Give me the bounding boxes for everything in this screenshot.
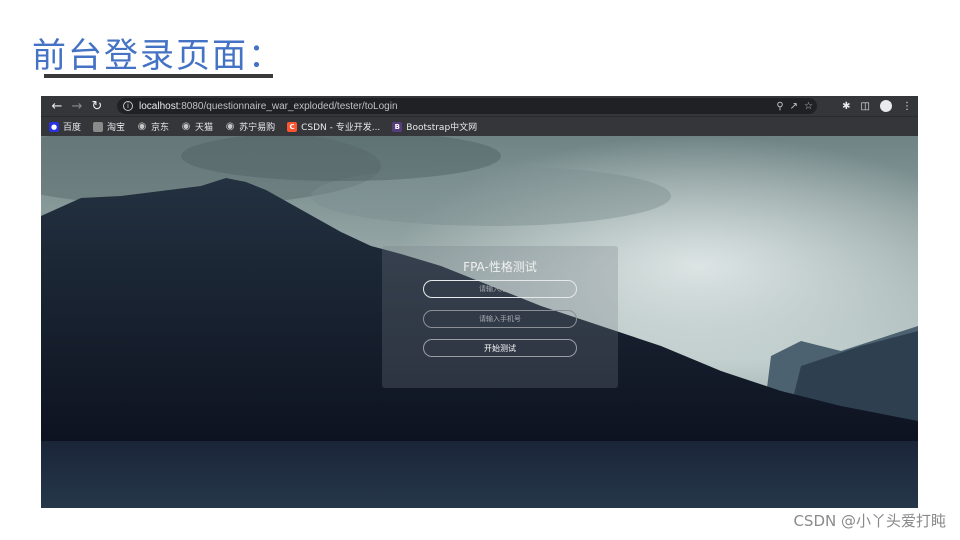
taobao-icon (93, 121, 104, 132)
title-underline (44, 74, 273, 78)
forward-arrow-icon[interactable]: → (67, 96, 87, 116)
extensions-icon[interactable]: ✱ (842, 101, 850, 112)
reload-icon[interactable]: ↻ (87, 96, 107, 116)
csdn-icon: C (287, 121, 298, 132)
url-path: :8080/questionnaire_war_exploded/tester/… (178, 100, 398, 112)
globe-icon: ◉ (181, 121, 191, 132)
browser-toolbar: ← → ↻ i localhost:8080/questionnaire_war… (41, 96, 918, 116)
address-bar[interactable]: i localhost:8080/questionnaire_war_explo… (117, 98, 817, 114)
star-icon[interactable]: ☆ (804, 101, 813, 112)
bookmark-baidu[interactable]: ● 百度 (49, 120, 81, 133)
login-card: FPA-性格测试 开始测试 (382, 246, 618, 388)
globe-icon: ◉ (225, 121, 235, 132)
bookmark-jd[interactable]: ◉ 京东 (137, 120, 169, 133)
slide-title: 前台登录页面： (32, 36, 284, 76)
globe-icon: ◉ (137, 121, 147, 132)
bookmark-taobao[interactable]: 淘宝 (93, 120, 125, 133)
profile-avatar-icon[interactable] (880, 100, 892, 112)
username-input[interactable] (423, 280, 577, 298)
info-icon[interactable]: i (123, 101, 133, 111)
zoom-icon[interactable]: ⚲ (776, 101, 783, 112)
login-page: FPA-性格测试 开始测试 (41, 136, 918, 508)
bootstrap-icon: B (392, 121, 403, 132)
browser-window: ← → ↻ i localhost:8080/questionnaire_war… (41, 96, 918, 508)
url-text[interactable]: localhost:8080/questionnaire_war_explode… (139, 101, 398, 112)
login-title: FPA-性格测试 (463, 260, 537, 274)
share-icon[interactable]: ↗ (790, 101, 798, 112)
watermark: CSDN @小丫头爱打盹 (793, 512, 946, 530)
bookmark-bootstrap[interactable]: B Bootstrap中文网 (392, 120, 477, 133)
phone-input[interactable] (423, 310, 577, 328)
side-panel-icon[interactable]: ◫ (861, 101, 870, 112)
back-arrow-icon[interactable]: ← (47, 96, 67, 116)
url-host: localhost (139, 100, 179, 112)
menu-dots-icon[interactable]: ⋮ (902, 101, 912, 112)
baidu-icon: ● (49, 121, 59, 132)
bookmarks-bar: ● 百度 淘宝 ◉ 京东 ◉ 天猫 ◉ 苏宁易购 C CSDN - 专业开发..… (41, 116, 918, 136)
bookmark-csdn[interactable]: C CSDN - 专业开发... (287, 120, 380, 133)
bookmark-suning[interactable]: ◉ 苏宁易购 (225, 120, 275, 133)
bookmark-tmall[interactable]: ◉ 天猫 (181, 120, 213, 133)
start-test-button[interactable]: 开始测试 (423, 339, 577, 357)
